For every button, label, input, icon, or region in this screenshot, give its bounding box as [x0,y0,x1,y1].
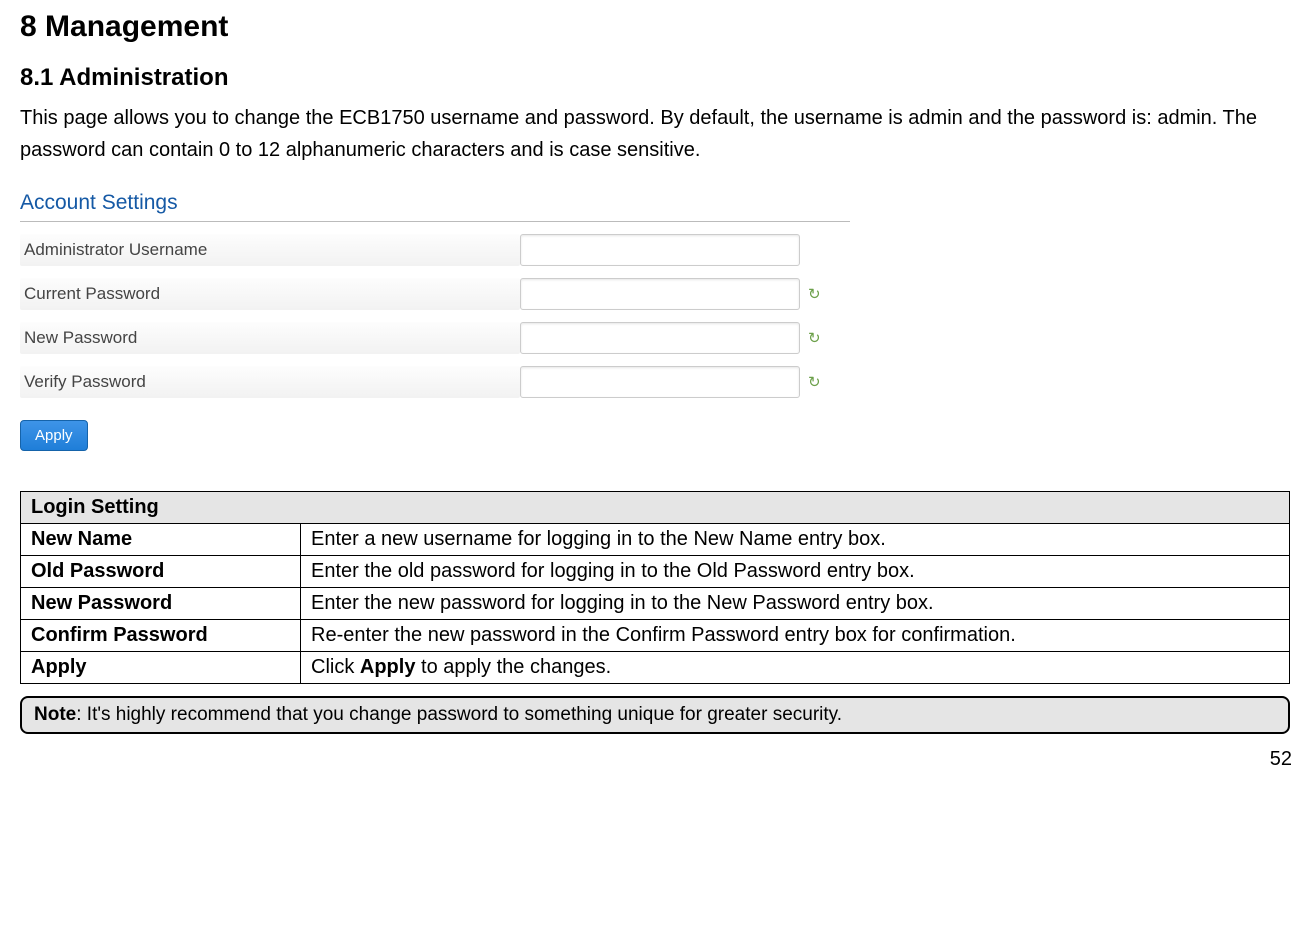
heading-level-1: 8 Management [20,10,1296,44]
row-desc: Enter the new password for logging in to… [301,588,1290,620]
row-new-password: New Password ↻ [20,322,850,354]
account-settings-form: Account Settings Administrator Username … [20,191,850,451]
note-label: Note [34,704,76,725]
row-current-password: Current Password ↻ [20,278,850,310]
refresh-icon: ↻ [808,285,821,303]
row-desc: Re-enter the new password in the Confirm… [301,620,1290,652]
refresh-icon: ↻ [808,373,821,391]
table-row: New Name Enter a new username for loggin… [21,524,1290,556]
row-label: New Name [21,524,301,556]
table-header: Login Setting [21,492,1290,524]
row-desc: Click Apply to apply the changes. [301,652,1290,684]
row-desc: Enter a new username for logging in to t… [301,524,1290,556]
table-row: Confirm Password Re-enter the new passwo… [21,620,1290,652]
row-label: Old Password [21,556,301,588]
verify-password-input[interactable] [520,366,800,398]
table-row: New Password Enter the new password for … [21,588,1290,620]
label-admin-username: Administrator Username [20,234,520,266]
row-label: Apply [21,652,301,684]
note-box: Note: It's highly recommend that you cha… [20,696,1290,734]
heading-level-2: 8.1 Administration [20,64,1296,92]
table-row: Old Password Enter the old password for … [21,556,1290,588]
intro-paragraph: This page allows you to change the ECB17… [20,102,1296,166]
apply-button[interactable]: Apply [20,420,88,451]
row-label: Confirm Password [21,620,301,652]
label-current-password: Current Password [20,278,520,310]
form-title: Account Settings [20,191,850,215]
label-verify-password: Verify Password [20,366,520,398]
new-password-input[interactable] [520,322,800,354]
divider [20,221,850,222]
page-number: 52 [20,748,1296,771]
note-text: : It's highly recommend that you change … [76,704,842,725]
login-setting-table: Login Setting New Name Enter a new usern… [20,491,1290,684]
row-verify-password: Verify Password ↻ [20,366,850,398]
row-admin-username: Administrator Username [20,234,850,266]
row-label: New Password [21,588,301,620]
row-desc: Enter the old password for logging in to… [301,556,1290,588]
table-row: Apply Click Apply to apply the changes. [21,652,1290,684]
refresh-icon: ↻ [808,329,821,347]
label-new-password: New Password [20,322,520,354]
current-password-input[interactable] [520,278,800,310]
admin-username-input[interactable] [520,234,800,266]
